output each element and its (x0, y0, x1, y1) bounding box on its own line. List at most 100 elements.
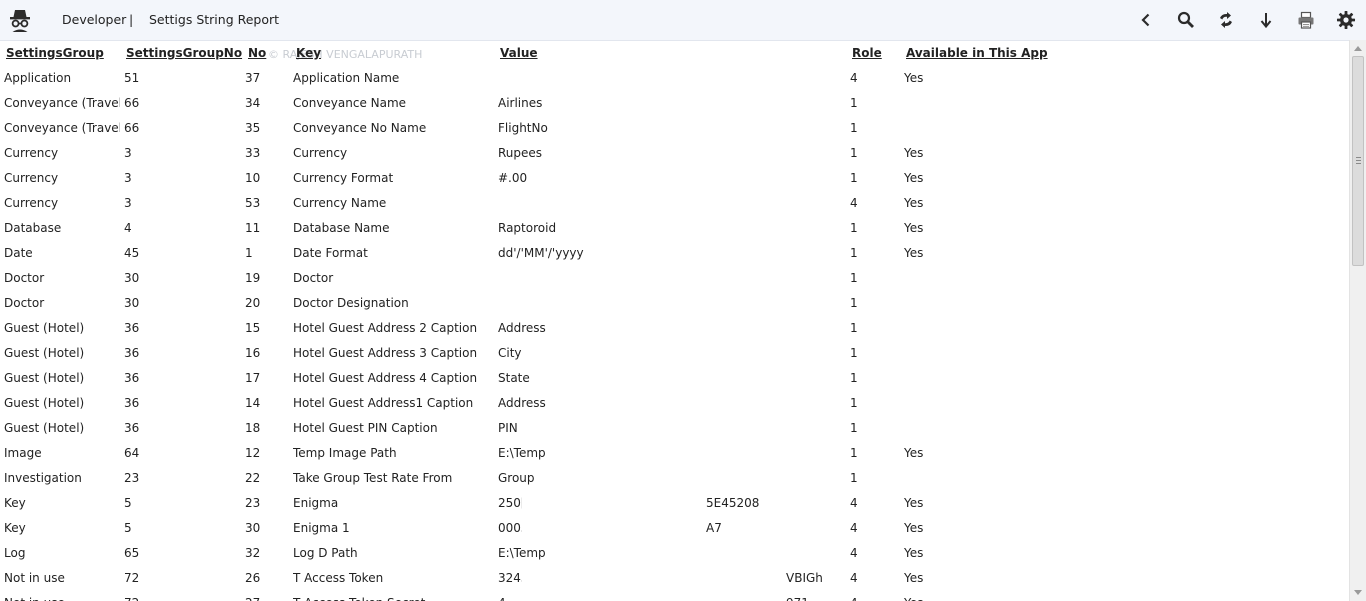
cell-key: Enigma (293, 496, 339, 510)
cell-role: 1 (850, 346, 858, 360)
refresh-icon[interactable] (1216, 10, 1236, 30)
table-row[interactable]: Guest (Hotel) 36 16 Hotel Guest Address 3 C… (0, 346, 1349, 371)
table-row[interactable]: Application 51 37 Application Name 4 Yes (0, 71, 1349, 96)
table-row[interactable]: Guest (Hotel) 36 14 Hotel Guest Address1 Ca… (0, 396, 1349, 421)
cell-available: Yes (904, 146, 924, 160)
incognito-logo-icon[interactable] (9, 8, 31, 32)
table-row[interactable]: Key 5 30 Enigma 1 0005 4 Yes A7 (0, 521, 1349, 546)
cell-no: 33 (245, 146, 261, 160)
cell-settings-group: Log (4, 546, 26, 560)
cell-key: Hotel Guest PIN Caption (293, 421, 438, 435)
cell-value: State (498, 371, 530, 385)
column-header-value[interactable]: Value (500, 46, 538, 60)
table-row[interactable]: Not in use7226T Access Token32434YesVBIG… (0, 571, 1349, 596)
cell-available: Yes (904, 496, 924, 510)
cell-settings-group: Guest (Hotel) (4, 371, 85, 385)
cell-role: 1 (850, 146, 858, 160)
cell-value: City (498, 346, 522, 360)
cell-no: 14 (245, 396, 261, 410)
table-row[interactable]: Guest (Hotel) 36 15 Hotel Guest Address 2 C… (0, 321, 1349, 346)
cell-settings-group-no: 3 (124, 171, 132, 185)
cell-value: Address (498, 321, 546, 335)
cell-key: Hotel Guest Address1 Caption (293, 396, 474, 410)
watermark: © RAJESH VENGALAPURATH (268, 48, 423, 61)
cell-available: Yes (904, 521, 924, 535)
cell-key: Log D Path (293, 546, 358, 560)
cell-key: T Access Token Secret (293, 596, 493, 601)
cell-available: Yes (904, 546, 924, 560)
column-header-key[interactable]: Key (296, 46, 321, 60)
cell-key: Hotel Guest Address 4 Caption (293, 371, 478, 385)
cell-role: 1 (850, 471, 858, 485)
table-row[interactable]: Conveyance (Travels) 66 35 Conveyance No Na… (0, 121, 1349, 146)
column-header-no[interactable]: No (248, 46, 266, 60)
cell-value: Group (498, 471, 535, 485)
print-icon[interactable] (1296, 10, 1316, 30)
cell-no: 16 (245, 346, 261, 360)
cell-settings-group-no: 64 (124, 446, 140, 460)
cell-no: 18 (245, 421, 261, 435)
column-header-settings-group[interactable]: SettingsGroup (6, 46, 104, 60)
table-row[interactable]: Conveyance (Travels) 66 34 Conveyance Name A… (0, 96, 1349, 121)
cell-settings-group: Investigation (4, 471, 82, 485)
cell-key: Conveyance Name (293, 96, 407, 110)
cell-value: E:\Temp (498, 446, 546, 460)
vertical-scrollbar[interactable] (1349, 40, 1366, 601)
table-row[interactable]: Currency 3 10 Currency Format #.00 1 Yes (0, 171, 1349, 196)
cell-role: 1 (850, 221, 858, 235)
table-row[interactable]: Log 65 32 Log D Path E:\Temp 4 Yes (0, 546, 1349, 571)
column-header-role[interactable]: Role (852, 46, 882, 60)
cell-key: Currency (293, 146, 348, 160)
scroll-up-arrow-icon[interactable] (1354, 46, 1362, 51)
back-icon[interactable] (1136, 10, 1156, 30)
cell-value-tail: VBIGh (786, 571, 823, 585)
cell-settings-group-no: 4 (124, 221, 132, 235)
cell-available: Yes (904, 596, 964, 601)
scroll-down-arrow-icon[interactable] (1354, 590, 1362, 595)
scrollbar-thumb[interactable] (1352, 56, 1364, 266)
table-row[interactable]: Currency 3 33 Currency Rupees 1 Yes (0, 146, 1349, 171)
cell-value: Address (498, 396, 546, 410)
download-icon[interactable] (1256, 10, 1276, 30)
search-icon[interactable] (1176, 10, 1196, 30)
breadcrumb-separator: | (129, 12, 134, 27)
column-header-available[interactable]: Available in This App (906, 46, 1048, 60)
cell-available: Yes (904, 446, 924, 460)
cell-settings-group-no: 72 (124, 571, 140, 585)
cell-key: Currency Format (293, 171, 394, 185)
table-row[interactable]: Database 4 11 Database Name Raptoroid 1 Yes (0, 221, 1349, 246)
cell-value: FlightNo (498, 121, 548, 135)
cell-key: Temp Image Path (293, 446, 397, 460)
table-row[interactable]: Guest (Hotel) 36 18 Hotel Guest PIN Caption… (0, 421, 1349, 446)
table-row[interactable]: Guest (Hotel) 36 17 Hotel Guest Address 4 C… (0, 371, 1349, 396)
cell-settings-group: Image (4, 446, 42, 460)
cell-settings-group: Key (4, 521, 26, 535)
cell-settings-group: Not in use (4, 596, 120, 601)
column-header-settings-group-no[interactable]: SettingsGroupNo (126, 46, 242, 60)
table-row[interactable]: Image 64 12 Temp Image Path E:\Temp 1 Yes (0, 446, 1349, 471)
table-row[interactable]: Doctor 30 20 Doctor Designation 1 (0, 296, 1349, 321)
cell-key: Currency Name (293, 196, 387, 210)
cell-key: Conveyance No Name (293, 121, 427, 135)
table-row[interactable]: Key 5 23 Enigma 250[4 Yes 5E45208 (0, 496, 1349, 521)
cell-role: 1 (850, 271, 858, 285)
cell-no: 20 (245, 296, 261, 310)
cell-settings-group-no: 51 (124, 71, 140, 85)
cell-settings-group: Guest (Hotel) (4, 346, 85, 360)
table-row[interactable]: Date 45 1 Date Format dd'/'MM'/'yyyy 1 Yes (0, 246, 1349, 271)
table-row[interactable]: Doctor 30 19 Doctor 1 (0, 271, 1349, 296)
cell-role: 1 (850, 296, 858, 310)
cell-settings-group-no: 3 (124, 146, 132, 160)
cell-settings-group-no: 36 (124, 346, 140, 360)
cell-no: 17 (245, 371, 261, 385)
breadcrumb-developer[interactable]: Developer (62, 12, 126, 27)
cell-no: 37 (245, 71, 261, 85)
table-row[interactable]: Investigation 23 22 Take Group Test Rate Fr… (0, 471, 1349, 496)
table-row[interactable]: Currency 3 53 Currency Name 4 Yes (0, 196, 1349, 221)
table-row[interactable]: Not in use7227T Access Token Secret44Yes… (0, 596, 1349, 601)
cell-settings-group-no: 66 (124, 121, 140, 135)
cell-key: Take Group Test Rate From (293, 471, 453, 485)
gear-icon[interactable] (1336, 10, 1356, 30)
cell-settings-group-no: 30 (124, 271, 140, 285)
cell-settings-group: Database (4, 221, 62, 235)
